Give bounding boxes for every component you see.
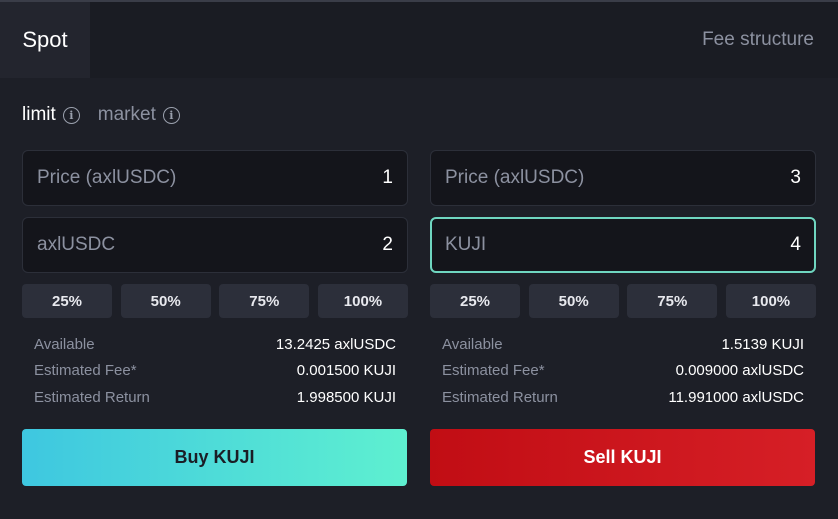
sell-available-row: Available 1.5139 KUJI bbox=[442, 331, 804, 358]
buy-pct-75-button[interactable]: 75% bbox=[219, 284, 310, 318]
panel-header: Spot Fee structure bbox=[0, 0, 838, 78]
buy-amount-label: axlUSDC bbox=[37, 234, 116, 255]
buy-column: Price (axlUSDC) 1 axlUSDC 2 25% 50% 75% … bbox=[22, 150, 408, 411]
sell-pct-25-button[interactable]: 25% bbox=[430, 284, 520, 318]
buy-available-label: Available bbox=[34, 335, 95, 353]
fee-structure-link[interactable]: Fee structure bbox=[702, 2, 814, 78]
buy-fee-label: Estimated Fee* bbox=[34, 362, 137, 380]
buy-pct-25-button[interactable]: 25% bbox=[22, 284, 112, 318]
sell-pct-75-button[interactable]: 75% bbox=[627, 284, 718, 318]
sell-summary: Available 1.5139 KUJI Estimated Fee* 0.0… bbox=[430, 331, 816, 411]
sell-price-label: Price (axlUSDC) bbox=[445, 167, 585, 188]
sell-fee-label: Estimated Fee* bbox=[442, 362, 545, 380]
info-icon[interactable]: i bbox=[62, 106, 80, 124]
sell-amount-field[interactable]: KUJI 4 bbox=[430, 217, 816, 273]
sell-available-label: Available bbox=[442, 335, 503, 353]
buy-price-value: 1 bbox=[382, 167, 393, 188]
buy-button[interactable]: Buy KUJI bbox=[22, 429, 407, 486]
sell-button[interactable]: Sell KUJI bbox=[430, 429, 815, 486]
buy-price-field[interactable]: Price (axlUSDC) 1 bbox=[22, 150, 408, 206]
buy-fee-row: Estimated Fee* 0.001500 KUJI bbox=[34, 358, 396, 385]
buy-fee-value: 0.001500 KUJI bbox=[296, 362, 396, 380]
tab-spot-label: Spot bbox=[22, 27, 68, 52]
info-icon[interactable]: i bbox=[162, 106, 180, 124]
sell-percent-row: 25% 50% 75% 100% bbox=[430, 284, 816, 318]
order-type-limit-label: limit bbox=[22, 104, 56, 125]
buy-percent-row: 25% 50% 75% 100% bbox=[22, 284, 408, 318]
tab-spot[interactable]: Spot bbox=[0, 2, 90, 78]
order-type-market-label: market bbox=[97, 104, 156, 125]
buy-return-value: 1.998500 KUJI bbox=[296, 388, 396, 406]
sell-price-field[interactable]: Price (axlUSDC) 3 bbox=[430, 150, 816, 206]
sell-column: Price (axlUSDC) 3 KUJI 4 25% 50% 75% 100… bbox=[430, 150, 816, 411]
sell-fee-value: 0.009000 axlUSDC bbox=[675, 362, 804, 380]
buy-amount-value: 2 bbox=[382, 234, 393, 255]
buy-return-label: Estimated Return bbox=[34, 388, 150, 406]
order-type-market[interactable]: market i bbox=[98, 104, 180, 126]
sell-pct-50-button[interactable]: 50% bbox=[528, 284, 619, 318]
sell-pct-100-button[interactable]: 100% bbox=[725, 284, 816, 318]
buy-return-row: Estimated Return 1.998500 KUJI bbox=[34, 384, 396, 411]
buy-available-row: Available 13.2425 axlUSDC bbox=[34, 331, 396, 358]
sell-return-label: Estimated Return bbox=[442, 388, 558, 406]
buy-amount-field[interactable]: axlUSDC 2 bbox=[22, 217, 408, 273]
sell-amount-value: 4 bbox=[790, 234, 801, 255]
order-type-limit[interactable]: limit i bbox=[22, 104, 80, 126]
spot-trade-panel: Spot Fee structure limit i market i Pric… bbox=[0, 0, 838, 519]
buy-pct-100-button[interactable]: 100% bbox=[317, 284, 408, 318]
buy-pct-50-button[interactable]: 50% bbox=[120, 284, 211, 318]
sell-amount-label: KUJI bbox=[445, 234, 487, 255]
sell-available-value: 1.5139 KUJI bbox=[721, 335, 804, 353]
buy-summary: Available 13.2425 axlUSDC Estimated Fee*… bbox=[22, 331, 408, 411]
sell-fee-row: Estimated Fee* 0.009000 axlUSDC bbox=[442, 358, 804, 385]
buy-available-value: 13.2425 axlUSDC bbox=[275, 335, 396, 353]
sell-return-value: 11.991000 axlUSDC bbox=[668, 388, 804, 406]
order-type-selector: limit i market i bbox=[22, 100, 198, 130]
sell-price-value: 3 bbox=[790, 167, 801, 188]
sell-return-row: Estimated Return 11.991000 axlUSDC bbox=[442, 384, 804, 411]
buy-price-label: Price (axlUSDC) bbox=[37, 167, 177, 188]
